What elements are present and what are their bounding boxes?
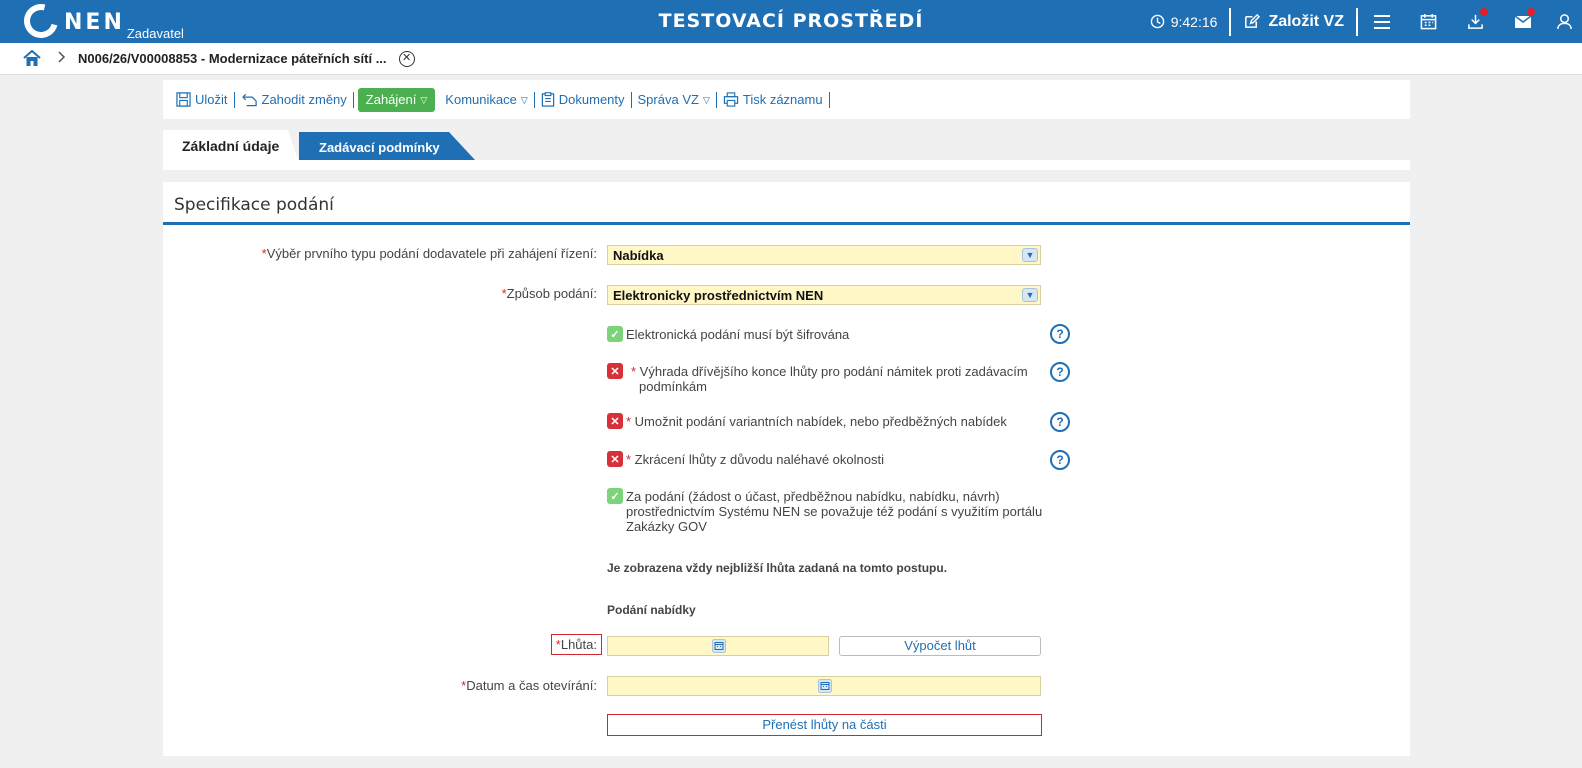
variant-offers-checkbox[interactable]: ✕: [607, 413, 623, 429]
deadline-date-input[interactable]: [607, 636, 829, 656]
encrypted-submission-label: Elektronická podání musí být šifrována: [626, 327, 850, 342]
notification-dot: [1527, 8, 1535, 16]
first-type-label: *Výběr prvního typu podání dodavatele př…: [261, 246, 597, 261]
admin-menu-button[interactable]: Správa VZ ▽: [632, 91, 717, 108]
start-label: Zahájení: [365, 91, 417, 107]
breadcrumb-current[interactable]: N006/26/V00008853 - Modernizace páteřníc…: [78, 51, 387, 66]
save-label: Uložit: [195, 91, 228, 107]
communication-menu-button[interactable]: Komunikace ▽: [439, 91, 535, 108]
print-button[interactable]: Tisk záznamu: [717, 91, 830, 108]
help-icon[interactable]: ?: [1050, 412, 1070, 432]
mail-icon: [1514, 14, 1531, 28]
variant-offers-label: * Umožnit podání variantních nabídek, ne…: [626, 414, 1007, 429]
calendar-icon[interactable]: [818, 679, 832, 693]
transfer-deadlines-button[interactable]: Přenést lhůty na části: [607, 714, 1042, 736]
new-procurement-button[interactable]: Založit VZ: [1231, 13, 1356, 31]
printer-icon: [723, 92, 739, 107]
documents-button[interactable]: Dokumenty: [535, 91, 632, 108]
logo-text: NEN: [64, 10, 125, 35]
method-select[interactable]: Elektronicky prostřednictvím NEN ▼: [607, 285, 1041, 305]
gov-portal-checkbox[interactable]: ✓: [607, 488, 623, 504]
messages-button[interactable]: [1499, 0, 1546, 43]
logo-subtitle: Zadavatel: [126, 26, 184, 41]
undo-icon: [241, 93, 257, 106]
objection-deadline-label: * Výhrada dřívějšího konce lhůty pro pod…: [631, 364, 1028, 394]
offer-submission-heading: Podání nabídky: [607, 603, 696, 617]
method-label: *Způsob podání:: [501, 286, 597, 301]
urgent-shortening-checkbox[interactable]: ✕: [607, 451, 623, 467]
notification-dot: [1480, 8, 1488, 16]
top-bar: NEN Zadavatel TESTOVACÍ PROSTŘEDÍ 9:42:1…: [0, 0, 1582, 45]
opening-datetime-input[interactable]: [607, 676, 1041, 696]
tab-bar: Základní údaje Zadávací podmínky: [163, 130, 763, 160]
edit-icon: [1245, 13, 1261, 28]
dropdown-triangle-icon: ▽: [702, 94, 710, 105]
downloads-button[interactable]: [1452, 0, 1499, 43]
user-icon: [1556, 14, 1572, 30]
chevron-right-icon: [58, 51, 66, 66]
action-toolbar: Uložit Zahodit změny Zahájení ▽ Komunika…: [163, 80, 1410, 119]
first-type-select[interactable]: Nabídka ▼: [607, 245, 1041, 265]
hamburger-icon: [1373, 14, 1390, 29]
logo-icon: [17, 0, 65, 45]
clock-icon: [1150, 14, 1165, 29]
calculate-deadlines-button[interactable]: Výpočet lhůt: [839, 636, 1041, 656]
dropdown-triangle-icon: ▽: [520, 94, 528, 105]
required-marker: *: [626, 414, 635, 429]
calendar-icon: [1420, 13, 1437, 30]
required-marker: *: [626, 452, 635, 467]
tab-tender-conditions[interactable]: Zadávací podmínky: [299, 132, 475, 160]
tab-basic-info[interactable]: Základní údaje: [163, 130, 298, 160]
start-menu-button[interactable]: Zahájení ▽: [357, 87, 436, 112]
method-value: Elektronicky prostřednictvím NEN: [613, 288, 824, 303]
admin-label: Správa VZ: [637, 91, 699, 107]
dropdown-triangle-icon: ▽: [420, 94, 428, 105]
session-clock: 9:42:16: [1150, 14, 1230, 30]
calendar-icon[interactable]: [712, 639, 726, 653]
first-type-value: Nabídka: [613, 248, 664, 263]
save-icon: [176, 92, 191, 107]
deadline-label: *Lhůta:: [550, 634, 602, 655]
calendar-button[interactable]: [1405, 0, 1452, 43]
section-divider: [163, 222, 1410, 225]
documents-label: Dokumenty: [558, 91, 625, 107]
gov-portal-label: Za podání (žádost o účast, předběžnou na…: [626, 489, 1043, 534]
chevron-down-icon: ▼: [1022, 248, 1038, 262]
clock-time: 9:42:16: [1170, 13, 1218, 30]
breadcrumb: N006/26/V00008853 - Modernizace páteřníc…: [0, 43, 1582, 75]
home-button[interactable]: [0, 50, 64, 67]
section-title: Specifikace podání: [174, 195, 334, 215]
tab-content-strip: [163, 160, 1410, 170]
chevron-down-icon: ▼: [1022, 288, 1038, 302]
discard-button[interactable]: Zahodit změny: [235, 91, 354, 108]
home-icon: [23, 50, 41, 66]
close-icon[interactable]: ✕: [398, 50, 415, 67]
help-icon[interactable]: ?: [1050, 362, 1070, 382]
help-icon[interactable]: ?: [1050, 450, 1070, 470]
nearest-deadline-note: Je zobrazena vždy nejbližší lhůta zadaná…: [607, 561, 948, 575]
user-button[interactable]: [1546, 0, 1582, 43]
communication-label: Komunikace: [445, 91, 517, 107]
encrypted-submission-checkbox[interactable]: ✓: [607, 326, 623, 342]
discard-label: Zahodit změny: [261, 91, 347, 107]
clipboard-icon: [541, 92, 554, 107]
objection-deadline-checkbox[interactable]: ✕: [607, 363, 623, 379]
help-icon[interactable]: ?: [1050, 324, 1070, 344]
save-button[interactable]: Uložit: [170, 91, 235, 108]
urgent-shortening-label: * Zkrácení lhůty z důvodu naléhavé okoln…: [626, 452, 884, 467]
opening-label: *Datum a čas otevírání:: [461, 678, 597, 693]
new-procurement-label: Založit VZ: [1268, 12, 1344, 30]
submission-spec-panel: Specifikace podání *Výběr prvního typu p…: [163, 182, 1410, 756]
menu-button[interactable]: [1358, 0, 1405, 43]
print-label: Tisk záznamu: [742, 91, 823, 107]
nen-logo[interactable]: NEN Zadavatel: [17, 0, 184, 45]
required-marker: *: [631, 364, 640, 379]
